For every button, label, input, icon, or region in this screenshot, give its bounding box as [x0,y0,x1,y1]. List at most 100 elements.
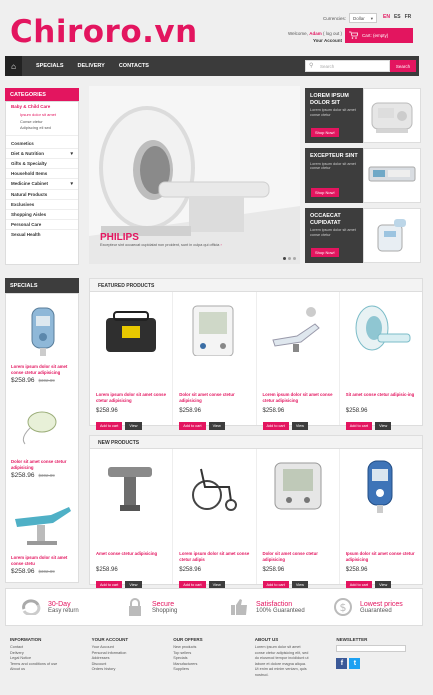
special-item: Lorem ipsum dolor sit amet conse ctetu $… [11,555,77,575]
view-button[interactable]: View [291,422,309,430]
category-baby-child-care[interactable]: Baby & Child Care [6,102,78,112]
lock-icon [124,596,146,618]
account-link[interactable]: Your Account [286,37,342,44]
promo-banner-3: OCCAECAT CUPIDATAT Lorem ipsum dolor sit… [305,208,363,263]
lang-es[interactable]: ES [394,14,401,20]
footer-heading: ABOUT US [254,637,279,642]
slider-dot[interactable] [283,257,286,260]
special-item: Lorem ipsum dolor sit amet conse ctetur … [11,364,77,384]
special-item-name[interactable]: Lorem ipsum dolor sit amet conse ctetu [11,555,77,566]
category-item[interactable]: Household Items [6,169,78,180]
add-to-cart-button[interactable]: Add to cart [345,422,373,430]
view-button[interactable]: View [208,422,225,430]
lang-fr[interactable]: FR [405,14,412,20]
currency-select[interactable]: Dollar ▾ [349,13,377,23]
product-name[interactable]: Amet conse ctetur adipisicing [96,551,166,557]
lang-en[interactable]: EN [383,14,390,20]
special-item-name[interactable]: Lorem ipsum dolor sit amet conse ctetur … [11,364,77,375]
search-button[interactable]: Search [390,60,416,72]
shop-now-button[interactable]: Shop Now! [311,188,339,197]
nav-specials[interactable]: SPECIALS [36,63,64,69]
product-name[interactable]: Dolor sit amet conse ctetur adipisicing [179,392,249,403]
category-item[interactable]: Cosmetics [6,139,78,149]
add-to-cart-button[interactable]: Add to cart [96,422,123,430]
product-price: $258.96 [345,408,368,414]
bone-drill-image [108,467,152,511]
nav-contacts[interactable]: CONTACTS [119,63,149,69]
slider-dot[interactable] [293,257,296,260]
product-name[interactable]: Dolor sit amet conse ctetur adipisicing [263,551,333,562]
category-item[interactable]: Gifts & Specialty [6,159,78,170]
cart-button[interactable]: Cart: (empty) [345,28,413,43]
promo-image-3[interactable] [363,208,421,263]
examination-chair-image [15,507,71,545]
logout-link[interactable]: ( log out ) [323,31,342,36]
special-item-name[interactable]: Dolor sit amet conse ctetur adipisicing [11,459,77,470]
shop-now-button[interactable]: Shop Now! [311,128,339,137]
promo-image-2[interactable] [363,148,421,203]
category-item[interactable]: Natural Products [6,190,78,200]
feature-item: Satisfaction 100% Guaranteed [214,589,318,625]
product-price: $258.96 [262,408,285,414]
feature-item: Secure Shopping [110,589,214,625]
promo-desc: Lorem ipsum dolor sit amet conse ctetur [310,108,356,117]
category-item[interactable]: Shopping Aisles [6,210,78,221]
category-item[interactable]: Medicine Cabinet ▾ [6,179,78,190]
promo-image-1[interactable] [363,88,421,143]
footer-link[interactable]: About us [10,667,92,673]
product-card: Lorem ipsum dolor sit amet conse ctetur … [173,449,257,589]
product-name[interactable]: Lorem ipsum dolor sit amet conse ctetur … [96,392,166,403]
nav-delivery[interactable]: DELIVERY [78,63,105,69]
product-card: Amet conse ctetur adipisicing $258.96 Ad… [90,449,174,589]
infusion-pump-image [368,166,416,182]
shop-now-button[interactable]: Shop Now! [311,248,339,257]
category-item[interactable]: Exclusives [6,200,78,210]
footer-heading: NEWSLETTER [336,637,368,642]
add-to-cart-button[interactable]: Add to cart [262,422,289,430]
category-item[interactable]: Personal Care [6,220,78,231]
category-item[interactable]: Diet & Nutrition ▾ [6,149,78,160]
footer-heading: YOUR ACCOUNT [91,637,129,642]
special-item-image[interactable] [11,497,75,552]
promo-banner-1: LOREM IPSUM DOLOR SIT Lorem ipsum dolor … [305,88,363,143]
promo-desc: Lorem ipsum dolor sit amet conse ctetur [310,228,356,237]
footer-link[interactable]: Suppliers [173,667,255,673]
cart-label: Cart: (empty) [362,33,389,38]
glucose-meter-image [31,307,55,356]
slider-dots [283,257,296,260]
special-item-image[interactable] [20,302,64,361]
monitor-device-image [371,102,413,133]
currency-value: Dollar [353,16,365,21]
product-name[interactable]: Lorem ipsum dolor sit amet conse ctetur … [179,551,249,562]
product-name[interactable]: Sit amet conse ctetur adipisic-ing [346,392,416,398]
newsletter-input[interactable] [336,645,407,652]
product-name[interactable]: Lorem ipsum dolor sit amet conse ctetur … [263,392,333,403]
chevron-down-icon: ▾ [70,150,73,157]
humidifier-image [377,219,406,252]
slider-dot[interactable] [288,257,291,260]
featured-products-section: FEATURED PRODUCTS Lorem ipsum dolor sit … [89,278,423,430]
feature-subtitle: Guaranteed [360,607,392,614]
search-icon: ⚲ [309,63,314,69]
view-button[interactable]: View [375,422,392,430]
chevron-right-icon[interactable]: › [220,243,221,247]
site-logo[interactable]: Chiroro.vn [10,12,198,52]
add-to-cart-button[interactable]: Add to cart [179,422,206,430]
home-icon[interactable]: ⌂ [5,56,22,76]
product-name[interactable]: Ipsum dolor sit amet conse ctetur adipis… [346,551,416,562]
twitter-icon[interactable]: t [349,658,361,669]
view-button[interactable]: View [125,422,142,430]
product-card: Sit amet conse ctetur adipisic-ing $258.… [340,292,422,430]
promo-title: EXCEPTEUR SINT [310,153,358,159]
wheelchair-image [192,468,238,511]
special-item-image[interactable] [20,398,64,447]
cart-icon [349,31,359,40]
product-card: Lorem ipsum dolor sit amet conse ctetur … [90,292,174,430]
category-item[interactable]: Sexual Health [6,230,78,240]
search-input[interactable]: Search [305,60,390,72]
product-price: $258.96 [179,408,201,414]
facebook-icon[interactable]: f [336,658,348,669]
footer-link[interactable]: Orders history [92,667,174,673]
category-sub-3[interactable]: Adipiscing eli sed [6,125,78,136]
user-name: Adam [309,31,322,36]
